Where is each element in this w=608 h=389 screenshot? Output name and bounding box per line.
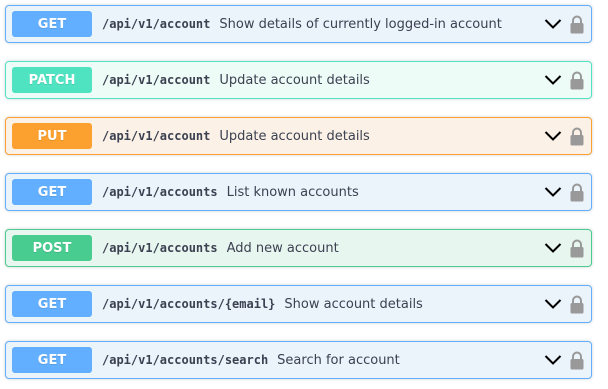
operation-get-account[interactable]: GET /api/v1/account Show details of curr… <box>5 5 592 43</box>
lock-icon[interactable] <box>569 14 585 34</box>
operation-path: /api/v1/accounts/{email} <box>102 297 276 311</box>
operation-summary: List known accounts <box>226 184 359 200</box>
lock-icon[interactable] <box>569 294 585 314</box>
operation-get-account-by-email[interactable]: GET /api/v1/accounts/{email} Show accoun… <box>5 285 592 323</box>
operation-path: /api/v1/accounts <box>102 185 218 199</box>
method-badge: GET <box>12 179 92 205</box>
chevron-down-icon[interactable] <box>543 350 563 370</box>
lock-icon[interactable] <box>569 70 585 90</box>
operation-summary: Show account details <box>284 296 423 312</box>
operation-patch-account[interactable]: PATCH /api/v1/account Update account det… <box>5 61 592 99</box>
chevron-down-icon[interactable] <box>543 126 563 146</box>
method-badge: POST <box>12 235 92 261</box>
method-badge: GET <box>12 11 92 37</box>
lock-icon[interactable] <box>569 350 585 370</box>
operation-summary: Show details of currently logged-in acco… <box>219 16 502 32</box>
operation-path: /api/v1/account <box>102 129 211 143</box>
method-badge: PUT <box>12 123 92 149</box>
operation-summary: Add new account <box>226 240 339 256</box>
operation-put-account[interactable]: PUT /api/v1/account Update account detai… <box>5 117 592 155</box>
operations-list: GET /api/v1/account Show details of curr… <box>0 0 608 389</box>
lock-icon[interactable] <box>569 126 585 146</box>
operation-post-accounts[interactable]: POST /api/v1/accounts Add new account <box>5 229 592 267</box>
operation-path: /api/v1/account <box>102 73 211 87</box>
chevron-down-icon[interactable] <box>543 70 563 90</box>
chevron-down-icon[interactable] <box>543 238 563 258</box>
lock-icon[interactable] <box>569 182 585 202</box>
chevron-down-icon[interactable] <box>543 182 563 202</box>
chevron-down-icon[interactable] <box>543 14 563 34</box>
operation-path: /api/v1/account <box>102 17 211 31</box>
operation-path: /api/v1/accounts/search <box>102 353 269 367</box>
method-badge: GET <box>12 291 92 317</box>
operation-path: /api/v1/accounts <box>102 241 218 255</box>
operation-summary: Update account details <box>219 72 370 88</box>
method-badge: GET <box>12 347 92 373</box>
chevron-down-icon[interactable] <box>543 294 563 314</box>
method-badge: PATCH <box>12 67 92 93</box>
lock-icon[interactable] <box>569 238 585 258</box>
operation-summary: Search for account <box>277 352 400 368</box>
operation-get-accounts[interactable]: GET /api/v1/accounts List known accounts <box>5 173 592 211</box>
operation-summary: Update account details <box>219 128 370 144</box>
operation-get-accounts-search[interactable]: GET /api/v1/accounts/search Search for a… <box>5 341 592 379</box>
